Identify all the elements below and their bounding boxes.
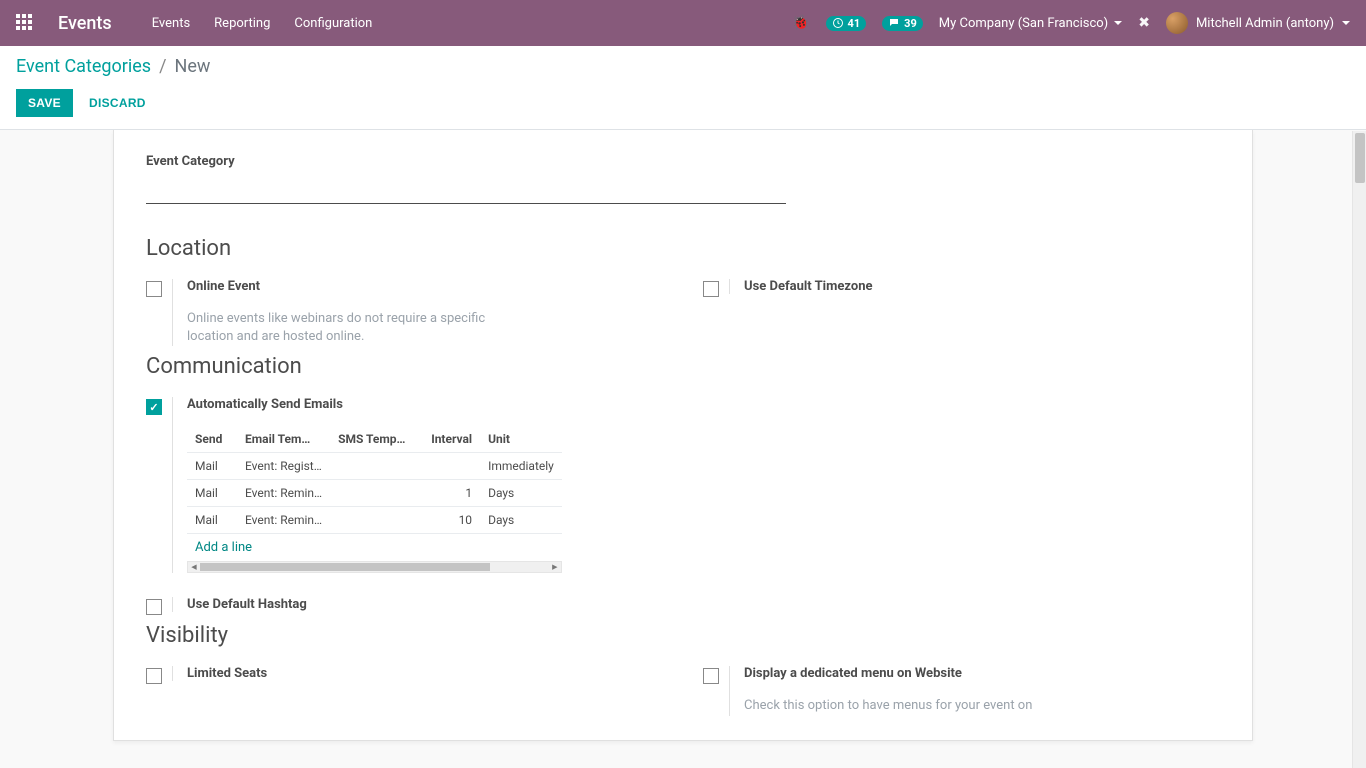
menu-configuration[interactable]: Configuration (294, 16, 372, 31)
top-nav: Events Events Reporting Configuration 🐞 … (0, 0, 1366, 46)
menu-reporting[interactable]: Reporting (214, 16, 270, 31)
breadcrumb-sep: / (159, 56, 166, 77)
chevron-down-icon (1114, 21, 1122, 25)
activities-badge[interactable]: 41 (826, 16, 867, 31)
online-event-desc: Online events like webinars do not requi… (187, 310, 507, 346)
breadcrumb-current: New (175, 56, 211, 77)
scroll-thumb[interactable] (200, 563, 490, 571)
auto-send-emails-label: Automatically Send Emails (187, 397, 562, 412)
email-schedule-table: Send Email Tem… SMS Temp… Interval Unit … (187, 426, 562, 533)
col-unit[interactable]: Unit (480, 426, 562, 453)
online-event-checkbox[interactable] (146, 281, 162, 297)
messages-count: 39 (904, 17, 917, 30)
breadcrumb-root[interactable]: Event Categories (16, 56, 151, 77)
user-menu[interactable]: Mitchell Admin (antony) (1166, 12, 1350, 34)
section-communication: Communication (146, 354, 1220, 379)
dedicated-menu-desc: Check this option to have menus for your… (744, 697, 1032, 715)
user-name: Mitchell Admin (antony) (1196, 16, 1334, 31)
default-timezone-label: Use Default Timezone (744, 279, 873, 294)
section-location: Location (146, 236, 1220, 261)
online-event-label: Online Event (187, 279, 507, 294)
messages-badge[interactable]: 39 (882, 16, 923, 31)
limited-seats-checkbox[interactable] (146, 668, 162, 684)
main-menus: Events Reporting Configuration (152, 16, 373, 31)
developer-tools-icon[interactable]: ✖ (1138, 15, 1150, 31)
dedicated-menu-checkbox[interactable] (703, 668, 719, 684)
table-row[interactable]: Mail Event: Remin… 1 Days (187, 480, 562, 507)
category-name-input[interactable] (146, 173, 786, 204)
auto-send-emails-checkbox[interactable] (146, 399, 162, 415)
systray: 🐞 41 39 My Company (San Francisco) ✖ Mit… (792, 12, 1350, 34)
app-brand[interactable]: Events (58, 13, 112, 34)
default-timezone-checkbox[interactable] (703, 281, 719, 297)
clock-icon (832, 17, 844, 29)
default-hashtag-label: Use Default Hashtag (187, 597, 307, 612)
table-row[interactable]: Mail Event: Regist… Immediately (187, 453, 562, 480)
control-panel: Event Categories / New SAVE DISCARD (0, 46, 1366, 130)
company-name: My Company (San Francisco) (939, 16, 1108, 31)
page-scrollbar[interactable] (1352, 131, 1366, 768)
scroll-thumb[interactable] (1355, 133, 1365, 183)
dedicated-menu-label: Display a dedicated menu on Website (744, 666, 1032, 681)
menu-events[interactable]: Events (152, 16, 190, 31)
save-button[interactable]: SAVE (16, 89, 73, 117)
chevron-down-icon (1342, 21, 1350, 25)
horizontal-scrollbar[interactable]: ◀ ▶ (187, 561, 562, 573)
section-visibility: Visibility (146, 623, 1220, 648)
apps-icon[interactable] (16, 14, 34, 32)
col-email-template[interactable]: Email Tem… (237, 426, 330, 453)
scroll-right-icon[interactable]: ▶ (549, 562, 561, 572)
discard-button[interactable]: DISCARD (85, 89, 150, 117)
company-switcher[interactable]: My Company (San Francisco) (939, 16, 1122, 31)
category-label: Event Category (146, 154, 1220, 169)
scroll-left-icon[interactable]: ◀ (188, 562, 200, 572)
form-scroll[interactable]: Event Category Location Online Event Onl… (0, 130, 1366, 767)
add-line-link[interactable]: Add a line (187, 533, 562, 561)
col-interval[interactable]: Interval (420, 426, 480, 453)
activities-count: 41 (848, 17, 861, 30)
limited-seats-label: Limited Seats (187, 666, 267, 681)
default-hashtag-checkbox[interactable] (146, 599, 162, 615)
avatar (1166, 12, 1188, 34)
col-send[interactable]: Send (187, 426, 237, 453)
chat-icon (888, 17, 900, 29)
table-row[interactable]: Mail Event: Remin… 10 Days (187, 507, 562, 534)
bug-icon[interactable]: 🐞 (792, 15, 809, 31)
col-sms-template[interactable]: SMS Temp… (330, 426, 420, 453)
breadcrumb: Event Categories / New (16, 56, 1350, 77)
form-sheet: Event Category Location Online Event Onl… (113, 130, 1253, 741)
